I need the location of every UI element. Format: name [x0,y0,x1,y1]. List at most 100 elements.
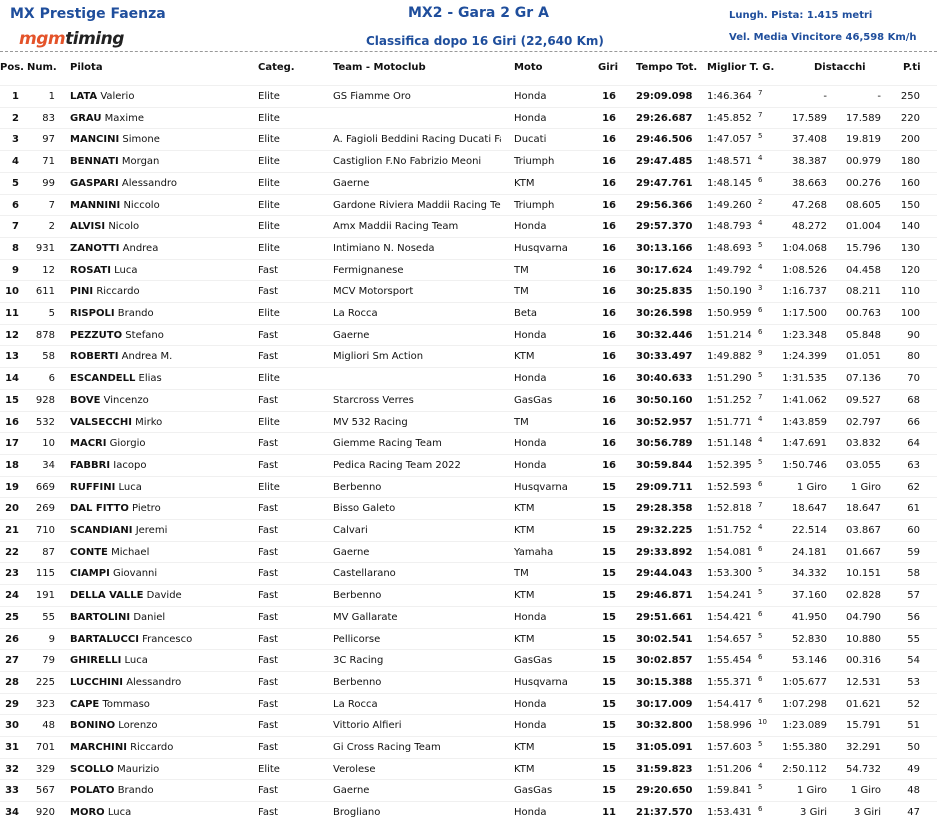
rider-firstname: Francesco [142,633,193,645]
cell-best-lap: 1:48.571 [707,156,752,168]
cell-giri: 16 [602,394,616,406]
cell-points: 53 [907,676,920,688]
cell-team: MV Gallarate [333,611,398,623]
table-row: 4 71 BENNATI Morgan Elite Castiglion F.No Fa… [0,150,937,173]
cell-pos: 2 [12,112,19,124]
rider-firstname: Stefano [125,329,164,341]
cell-gap-leader: 1:23.348 [782,329,827,341]
col-header-categ: Categ. [258,62,295,73]
cell-pos: 26 [5,633,19,645]
cell-team: MCV Motorsport [333,286,414,298]
cell-moto: TM [514,264,529,276]
cell-best-lap-number: 7 [758,89,763,97]
rider-lastname: FABBRI [70,459,111,471]
table-row: 18 34 FABBRI Iacopo Fast Pedica Racing Team … [0,453,937,477]
cell-best-lap-number: 6 [758,696,763,705]
cell-categ: Elite [258,177,280,189]
cell-tempo: 29:46.871 [636,590,693,602]
rider-lastname: BONINO [70,720,116,732]
cell-team: Fermignanese [333,264,404,276]
cell-best-lap: 1:51.206 [707,763,752,775]
rider-lastname: MANCINI [70,134,120,146]
col-header-distacchi: Distacchi [814,62,866,73]
cell-pos: 23 [5,568,19,580]
cell-best-lap: 1:49.792 [707,264,752,276]
cell-best-lap-number: 6 [758,609,763,618]
cell-points: 63 [907,459,920,471]
rider-lastname: PINI [70,286,94,298]
cell-gap-prev: 10.151 [846,568,881,580]
cell-pos: 20 [5,503,19,515]
cell-best-lap-number: 6 [758,674,763,683]
cell-giri: 16 [602,112,616,124]
cell-tempo: 29:28.358 [636,503,693,515]
cell-team: Gaerne [333,329,370,341]
cell-num: 10 [42,438,55,450]
cell-moto: KTM [514,177,535,189]
cell-num: 48 [42,720,55,732]
table-row: 3 97 MANCINI Simone Elite A. Fagioli Beddini… [0,128,937,151]
cell-gap-prev: 00.316 [846,655,881,667]
cell-num: 87 [42,546,55,558]
table-row: 27 79 GHIRELLI Luca Fast 3C Racing GasGas 15 30… [0,649,937,672]
rider-lastname: LUCCHINI [70,676,123,688]
cell-points: 110 [900,286,920,298]
cell-num: 71 [42,156,55,168]
cell-pos: 4 [12,156,19,168]
cell-best-lap: 1:53.300 [707,568,752,580]
cell-points: 140 [900,221,920,233]
cell-pilota: BENNATI Morgan [70,156,250,167]
cell-pilota: MORO Luca [70,807,250,818]
cell-best-lap: 1:51.252 [707,394,752,406]
cell-pos: 10 [5,286,19,298]
cell-num: 2 [48,221,55,233]
cell-pilota: ALVISI Nicolo [70,221,250,232]
cell-gap-prev: 07.136 [846,373,881,385]
cell-team: Bisso Galeto [333,503,396,515]
cell-team: Berbenno [333,590,382,602]
col-header-miglior: Miglior T. G. [707,62,775,73]
cell-best-lap: 1:45.852 [707,112,752,124]
cell-pilota: ESCANDELL Elias [70,373,250,384]
table-row: 24 191 DELLA VALLE Davide Fast Berbenno KTM 15… [0,584,937,607]
cell-moto: TM [514,286,529,298]
cell-pilota: PEZZUTO Stefano [70,330,250,341]
cell-team: Castiglion F.No Fabrizio Meoni [333,156,482,168]
cell-tempo: 30:26.598 [636,308,693,319]
cell-team: Berbenno [333,481,382,493]
logo-timing: timing [65,29,124,49]
cell-moto: GasGas [514,655,553,667]
cell-team: Gi Cross Racing Team [333,742,441,753]
cell-team: Gaerne [333,177,370,189]
table-row: 33 567 POLATO Brando Fast Gaerne GasGas 15 29:2… [0,779,937,802]
cell-gap-leader: - [823,91,827,102]
rider-lastname: ROBERTI [70,351,119,363]
cell-gap-prev: 01.004 [846,221,881,233]
cell-gap-leader: 1:23.089 [782,720,827,732]
rider-lastname: CAPE [70,698,100,710]
cell-pilota: MACRI Giorgio [70,438,250,449]
cell-giri: 16 [602,177,616,189]
cell-team: Verolese [333,763,376,775]
cell-best-lap: 1:50.190 [707,286,752,298]
cell-pilota: MARCHINI Riccardo [70,742,250,753]
cell-best-lap: 1:54.241 [707,590,752,602]
cell-team: Intimiano N. Noseda [333,242,435,254]
cell-points: 54 [907,655,920,667]
cell-categ: Fast [258,611,279,623]
rider-firstname: Morgan [121,156,160,168]
cell-best-lap-number: 4 [758,219,763,228]
cell-gap-leader: 1:07.298 [782,698,827,710]
rider-firstname: Alessandro [121,177,177,189]
cell-best-lap: 1:55.454 [707,655,752,667]
cell-gap-prev: 02.797 [846,416,881,428]
table-row: 10 611 PINI Riccardo Fast MCV Motorsport TM 16… [0,280,937,303]
rider-lastname: SCOLLO [70,763,114,775]
cell-gap-prev: 32.291 [846,742,881,753]
cell-pilota: PINI Riccardo [70,286,250,297]
rider-firstname: Simone [122,134,160,146]
cell-giri: 15 [602,720,616,732]
cell-giri: 16 [602,351,616,363]
cell-giri: 16 [602,438,616,450]
cell-pos: 33 [5,785,19,797]
